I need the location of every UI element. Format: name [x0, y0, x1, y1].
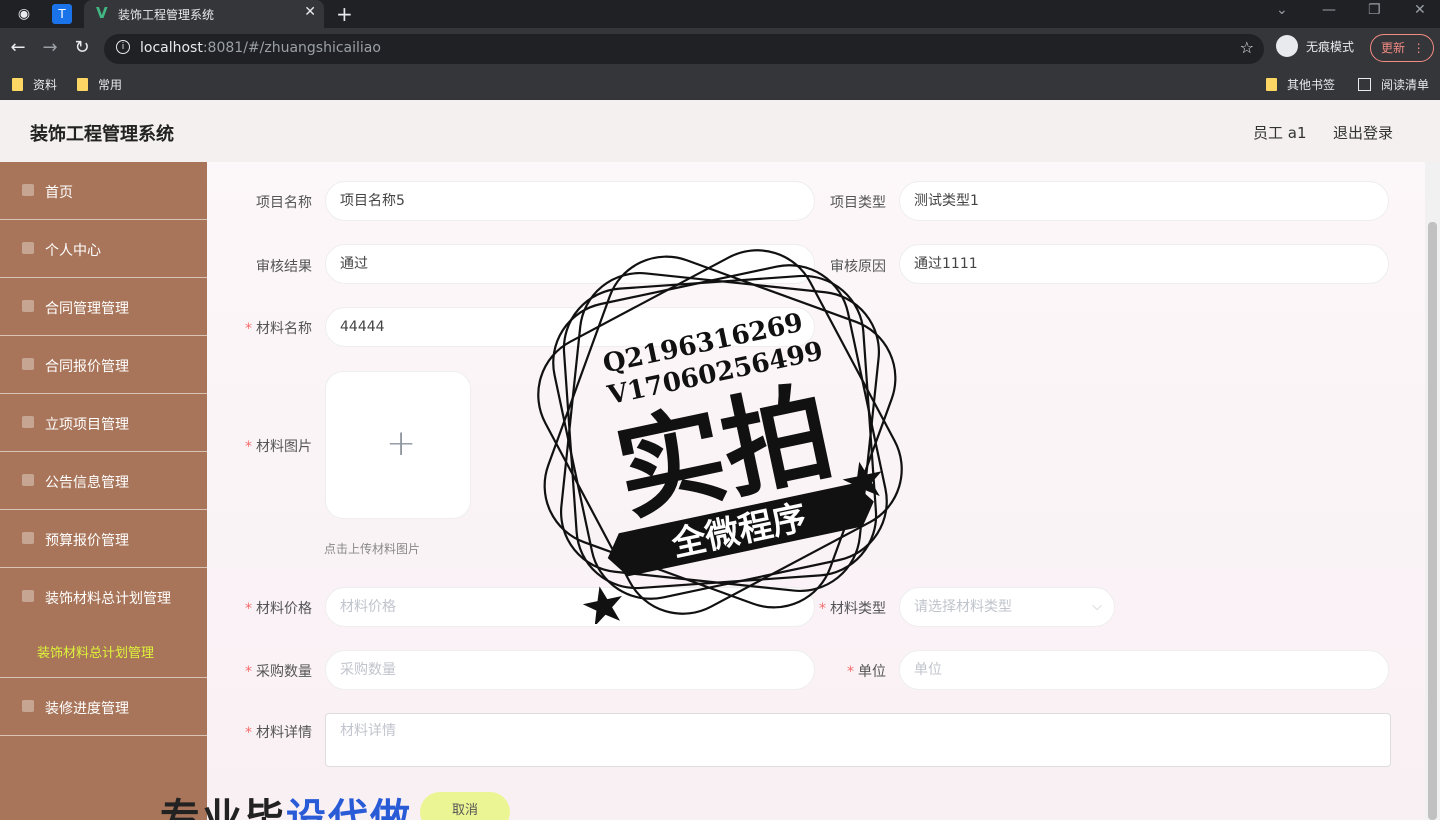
sidebar-subitem-materials[interactable]: 装饰材料总计划管理	[0, 624, 207, 678]
upload-hint: 点击上传材料图片	[324, 542, 421, 556]
bookmark-star-icon[interactable]: ☆	[1240, 38, 1254, 57]
forward-icon[interactable]: →	[38, 37, 62, 58]
other-bookmarks[interactable]: 其他书签	[1266, 76, 1335, 93]
sidebar-item-contract-quotes[interactable]: 合同报价管理	[0, 336, 207, 394]
project-icon	[22, 416, 34, 428]
sidebar-item-profile[interactable]: 个人中心	[0, 220, 207, 278]
bookmark-folder[interactable]: 资料	[12, 76, 57, 93]
scrollbar-thumb[interactable]	[1428, 222, 1437, 820]
sidebar: 首页 个人中心 合同管理管理 合同报价管理 立项项目管理 公告信息管理 预算报价…	[0, 162, 207, 820]
back-icon[interactable]: ←	[6, 37, 30, 58]
site-info-icon[interactable]: i	[116, 40, 130, 54]
tab-title: 装饰工程管理系统	[118, 8, 215, 22]
project-name-label: 项目名称	[256, 195, 312, 211]
reading-list-icon	[1358, 78, 1371, 91]
progress-icon	[22, 700, 34, 712]
material-price-label: * 材料价格	[245, 601, 312, 617]
purchase-qty-input[interactable]: 采购数量	[325, 650, 815, 690]
sidebar-item-contracts[interactable]: 合同管理管理	[0, 278, 207, 336]
tab-search-icon[interactable]: ⌄	[1276, 2, 1288, 18]
folder-icon	[77, 78, 88, 91]
logout-link[interactable]: 退出登录	[1333, 122, 1393, 143]
user-icon	[22, 242, 34, 254]
star-icon	[582, 586, 622, 624]
sidebar-item-notices[interactable]: 公告信息管理	[0, 452, 207, 510]
incognito-label: 无痕模式	[1306, 39, 1355, 54]
plus-icon: +	[386, 423, 417, 464]
material-detail-label: * 材料详情	[245, 725, 312, 741]
browser-tab-bar: ◉ T V 装饰工程管理系统 ✕ + ⌄ — ❐ ✕	[0, 0, 1440, 28]
home-icon	[22, 184, 34, 196]
sidebar-item-projects[interactable]: 立项项目管理	[0, 394, 207, 452]
bottom-watermark: 专业毕设代做	[160, 796, 412, 820]
menu-icon	[22, 358, 34, 370]
project-name-input[interactable]: 项目名称5	[325, 181, 815, 221]
minimize-button[interactable]: —	[1322, 2, 1336, 18]
vue-logo-icon: V	[96, 4, 108, 22]
folder-icon	[12, 78, 23, 91]
sidebar-item-home[interactable]: 首页	[0, 162, 207, 220]
sidebar-item-budget[interactable]: 预算报价管理	[0, 510, 207, 568]
review-reason-input[interactable]: 通过1111	[899, 244, 1389, 284]
material-type-select[interactable]: 请选择材料类型 ⌵	[899, 587, 1115, 627]
app-title: 装饰工程管理系统	[30, 124, 174, 145]
material-detail-textarea[interactable]: 材料详情	[325, 713, 1391, 767]
materials-icon	[22, 590, 34, 602]
close-window-button[interactable]: ✕	[1414, 2, 1426, 18]
review-result-label: 审核结果	[256, 259, 312, 275]
purchase-qty-label: * 采购数量	[245, 664, 312, 680]
project-type-label: 项目类型	[830, 195, 886, 211]
browser-tab[interactable]: V 装饰工程管理系统 ✕	[84, 0, 324, 28]
bookmarks-bar: 资料 常用 其他书签 阅读清单	[0, 70, 1440, 100]
incognito-indicator[interactable]: 无痕模式	[1276, 35, 1354, 57]
folder-icon	[1266, 78, 1277, 91]
url-text: localhost:8081/#/zhuangshicailiao	[140, 40, 381, 56]
reload-icon[interactable]: ↻	[70, 37, 94, 58]
address-toolbar: ← → ↻ i localhost:8081/#/zhuangshicailia…	[0, 28, 1440, 70]
update-button[interactable]: 更新 ⋮	[1370, 34, 1434, 62]
new-tab-button[interactable]: +	[336, 2, 353, 26]
address-bar[interactable]: i localhost:8081/#/zhuangshicailiao ☆	[104, 34, 1264, 64]
budget-icon	[22, 532, 34, 544]
sidebar-item-materials[interactable]: 装饰材料总计划管理	[0, 568, 207, 624]
material-image-label: * 材料图片	[245, 439, 312, 455]
image-upload-box[interactable]: +	[325, 371, 471, 519]
cancel-button[interactable]: 取消	[420, 792, 510, 820]
unit-input[interactable]: 单位	[899, 650, 1389, 690]
reading-list[interactable]: 阅读清单	[1358, 76, 1429, 93]
bookmark-folder[interactable]: 常用	[77, 76, 122, 93]
app-pin-icon[interactable]: T	[52, 4, 72, 24]
unit-label: * 单位	[847, 664, 886, 680]
close-tab-icon[interactable]: ✕	[304, 4, 316, 20]
current-user: 员工 a1	[1253, 124, 1307, 142]
material-name-label: * 材料名称	[245, 321, 312, 337]
restore-button[interactable]: ❐	[1368, 2, 1381, 18]
incognito-icon	[1276, 35, 1298, 57]
contract-icon	[22, 300, 34, 312]
project-type-input[interactable]: 测试类型1	[899, 181, 1389, 221]
chevron-down-icon: ⌵	[1092, 599, 1102, 614]
app-header: 装饰工程管理系统 员工 a1 退出登录	[0, 100, 1440, 162]
stamp-watermark: Q2196316269 V17060256499 实拍 全微程序	[537, 249, 903, 624]
globe-icon[interactable]: ◉	[14, 4, 34, 24]
sidebar-item-progress[interactable]: 装修进度管理	[0, 678, 207, 736]
notice-icon	[22, 474, 34, 486]
